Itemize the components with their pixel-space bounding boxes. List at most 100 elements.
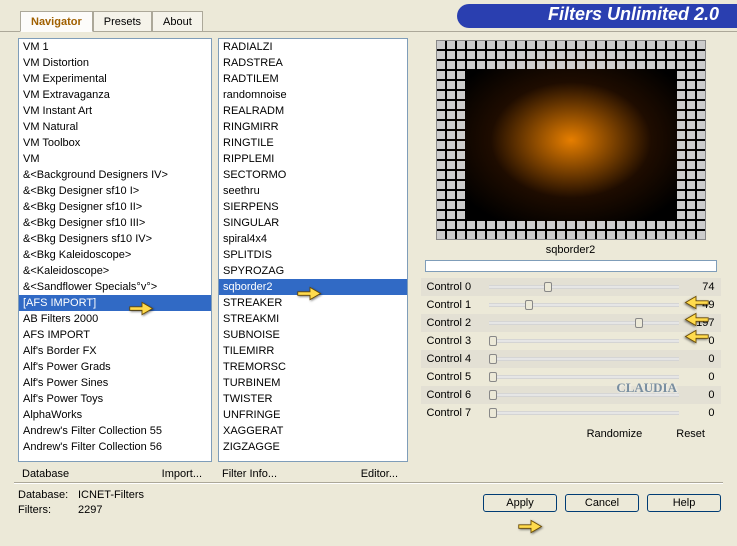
filter-item[interactable]: SINGULAR: [219, 215, 407, 231]
filter-item[interactable]: SIERPENS: [219, 199, 407, 215]
category-item[interactable]: Andrew's Filter Collection 55: [19, 423, 211, 439]
filter-item[interactable]: SPYROZAG: [219, 263, 407, 279]
filter-item[interactable]: seethru: [219, 183, 407, 199]
filter-item[interactable]: RADSTREA: [219, 55, 407, 71]
app-title: Filters Unlimited 2.0: [548, 4, 719, 25]
filter-item[interactable]: spiral4x4: [219, 231, 407, 247]
filter-item[interactable]: STREAKMI: [219, 311, 407, 327]
filter-item[interactable]: SUBNOISE: [219, 327, 407, 343]
filter-item[interactable]: TILEMIRR: [219, 343, 407, 359]
control-value: 0: [689, 353, 715, 365]
editor-link[interactable]: Editor...: [361, 468, 398, 480]
control-row: Control 2197: [421, 314, 721, 332]
tab-presets[interactable]: Presets: [93, 11, 152, 31]
category-item[interactable]: Alf's Border FX: [19, 343, 211, 359]
preview-image: [436, 40, 706, 240]
filter-item[interactable]: sqborder2: [219, 279, 407, 295]
filter-item[interactable]: TURBINEM: [219, 375, 407, 391]
category-item[interactable]: AFS IMPORT: [19, 327, 211, 343]
category-item[interactable]: &<Bkg Kaleidoscope>: [19, 247, 211, 263]
control-row: Control 6 0: [421, 386, 721, 404]
control-slider[interactable]: [489, 303, 679, 307]
control-label: Control 7: [427, 407, 485, 419]
filter-item[interactable]: REALRADM: [219, 103, 407, 119]
category-item[interactable]: &<Background Designers IV>: [19, 167, 211, 183]
control-value: 49: [689, 299, 715, 311]
control-row: Control 1 49: [421, 296, 721, 314]
category-item[interactable]: VM: [19, 151, 211, 167]
filter-item[interactable]: SECTORMO: [219, 167, 407, 183]
randomize-link[interactable]: Randomize: [587, 428, 643, 440]
filter-item[interactable]: RIPPLEMI: [219, 151, 407, 167]
category-item[interactable]: VM 1: [19, 39, 211, 55]
control-value: 0: [689, 389, 715, 401]
control-row: Control 0 74: [421, 278, 721, 296]
category-item[interactable]: [AFS IMPORT]: [19, 295, 211, 311]
category-item[interactable]: &<Bkg Designer sf10 I>: [19, 183, 211, 199]
category-item[interactable]: VM Toolbox: [19, 135, 211, 151]
category-item[interactable]: AB Filters 2000: [19, 311, 211, 327]
control-value: 0: [689, 407, 715, 419]
control-value: 197: [689, 317, 715, 329]
control-slider[interactable]: [489, 375, 679, 379]
category-item[interactable]: Alf's Power Sines: [19, 375, 211, 391]
category-item[interactable]: VM Natural: [19, 119, 211, 135]
filter-item[interactable]: ZIGZAGGE: [219, 439, 407, 455]
control-label: Control 6: [427, 389, 485, 401]
control-slider[interactable]: [489, 321, 679, 325]
control-label: Control 5: [427, 371, 485, 383]
filter-item[interactable]: STREAKER: [219, 295, 407, 311]
filter-item[interactable]: TREMORSC: [219, 359, 407, 375]
category-item[interactable]: &<Kaleidoscope>: [19, 263, 211, 279]
category-item[interactable]: VM Extravaganza: [19, 87, 211, 103]
category-item[interactable]: &<Bkg Designer sf10 II>: [19, 199, 211, 215]
category-item[interactable]: VM Instant Art: [19, 103, 211, 119]
controls-panel: Control 074Control 149Control 2197Contro…: [421, 278, 721, 422]
filter-item[interactable]: RINGTILE: [219, 135, 407, 151]
preview-label: sqborder2: [546, 244, 596, 256]
category-item[interactable]: VM Distortion: [19, 55, 211, 71]
filter-list[interactable]: RADIALZIRADSTREARADTILEMrandomnoiseREALR…: [218, 38, 408, 462]
control-row: Control 4 0: [421, 350, 721, 368]
filter-info-link[interactable]: Filter Info...: [222, 468, 277, 480]
category-item[interactable]: &<Sandflower Specials°v°>: [19, 279, 211, 295]
category-item[interactable]: &<Bkg Designer sf10 III>: [19, 215, 211, 231]
reset-link[interactable]: Reset: [676, 428, 705, 440]
help-button[interactable]: Help: [647, 494, 721, 512]
tab-navigator[interactable]: Navigator: [20, 11, 93, 32]
footer-info: Database:ICNET-Filters Filters:2297: [18, 488, 144, 518]
database-link[interactable]: Database: [22, 468, 69, 480]
control-row: Control 7 0: [421, 404, 721, 422]
control-label: Control 1: [427, 299, 485, 311]
progress-bar: [425, 260, 717, 272]
pointer-icon: [517, 516, 545, 538]
filter-item[interactable]: XAGGERAT: [219, 423, 407, 439]
category-item[interactable]: Alf's Power Grads: [19, 359, 211, 375]
control-slider[interactable]: [489, 393, 679, 397]
filter-item[interactable]: randomnoise: [219, 87, 407, 103]
filter-item[interactable]: SPLITDIS: [219, 247, 407, 263]
control-slider[interactable]: [489, 285, 679, 289]
control-value: 74: [689, 281, 715, 293]
tab-bar: Navigator Presets About: [20, 11, 203, 31]
category-list[interactable]: VM 1VM DistortionVM ExperimentalVM Extra…: [18, 38, 212, 462]
category-item[interactable]: Andrew's Filter Collection 56: [19, 439, 211, 455]
filter-item[interactable]: RADTILEM: [219, 71, 407, 87]
filter-item[interactable]: UNFRINGE: [219, 407, 407, 423]
filter-item[interactable]: TWISTER: [219, 391, 407, 407]
category-item[interactable]: VM Experimental: [19, 71, 211, 87]
control-slider[interactable]: [489, 357, 679, 361]
tab-about[interactable]: About: [152, 11, 203, 31]
apply-button[interactable]: Apply: [483, 494, 557, 512]
control-slider[interactable]: [489, 339, 679, 343]
control-slider[interactable]: [489, 411, 679, 415]
import-link[interactable]: Import...: [162, 468, 202, 480]
cancel-button[interactable]: Cancel: [565, 494, 639, 512]
control-label: Control 4: [427, 353, 485, 365]
filter-item[interactable]: RINGMIRR: [219, 119, 407, 135]
category-item[interactable]: AlphaWorks: [19, 407, 211, 423]
category-item[interactable]: Alf's Power Toys: [19, 391, 211, 407]
control-label: Control 0: [427, 281, 485, 293]
category-item[interactable]: &<Bkg Designers sf10 IV>: [19, 231, 211, 247]
filter-item[interactable]: RADIALZI: [219, 39, 407, 55]
